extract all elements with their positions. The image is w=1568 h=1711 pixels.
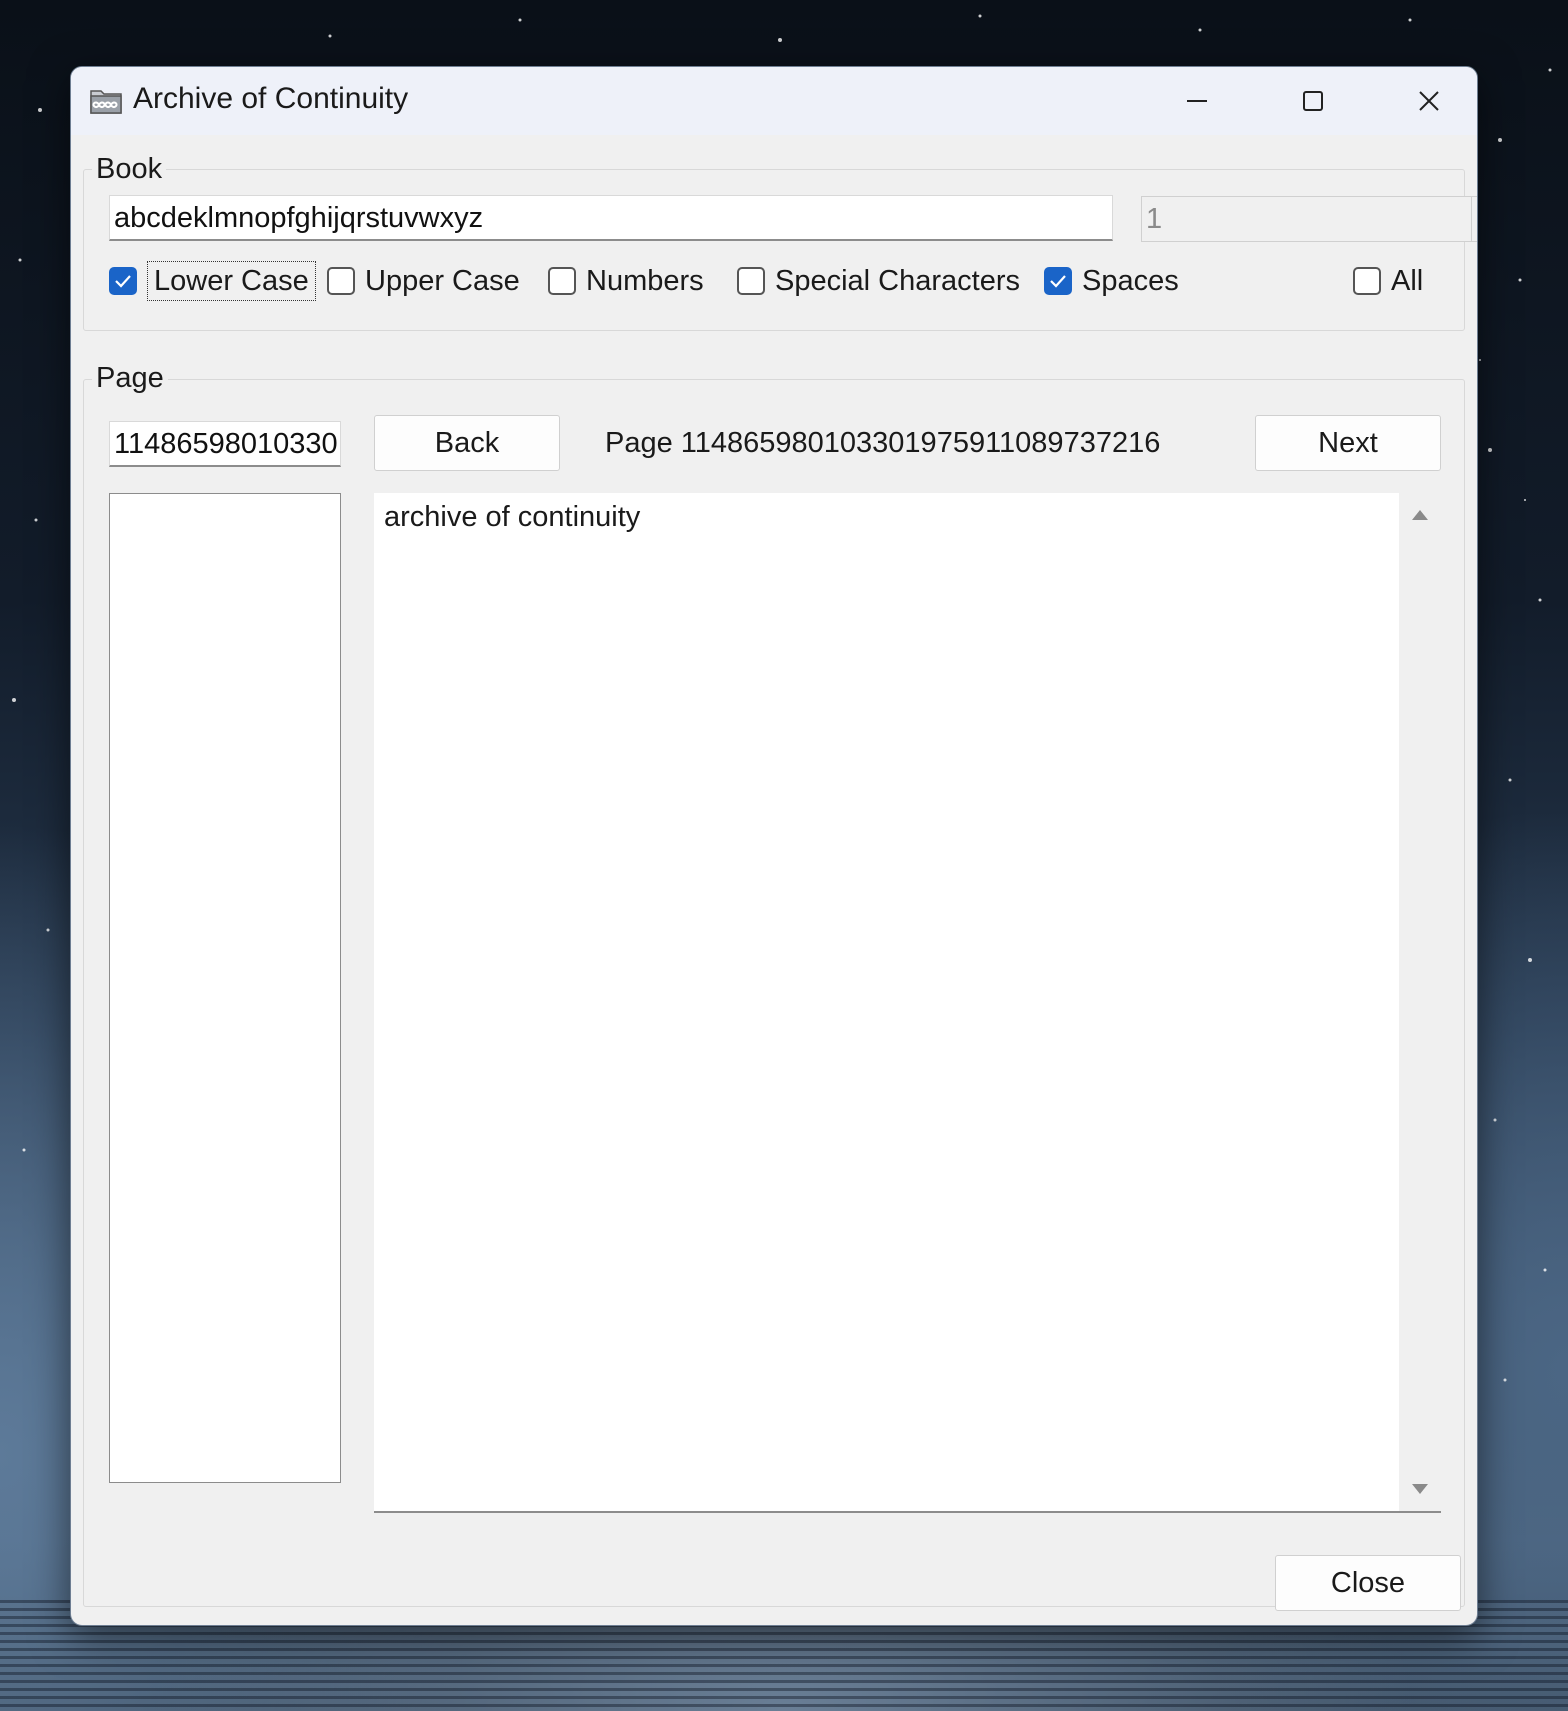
archive-infinity-icon <box>90 90 122 114</box>
close-button[interactable]: Close <box>1275 1555 1461 1611</box>
check-icon <box>1050 275 1066 288</box>
checkbox-label: Numbers <box>586 264 704 297</box>
book-spinbox[interactable]: 1 <box>1141 196 1477 242</box>
page-number-input[interactable]: 11486598010330 <box>109 421 341 467</box>
checkbox-spaces[interactable]: Spaces <box>1044 261 1179 301</box>
triangle-down-icon <box>1412 1484 1428 1494</box>
back-button[interactable]: Back <box>374 415 560 471</box>
page-content-area[interactable]: archive of continuity <box>374 493 1441 1513</box>
spin-down-button[interactable] <box>1472 219 1477 241</box>
checkbox-label: Lower Case <box>147 261 316 301</box>
scroll-down-button[interactable] <box>1399 1471 1441 1507</box>
app-window: Archive of Continuity Book abcdeklmnopfg… <box>70 66 1478 1626</box>
book-group <box>83 169 1465 331</box>
triangle-up-icon <box>1412 510 1428 520</box>
maximize-button[interactable] <box>1255 67 1371 135</box>
check-icon <box>115 275 131 288</box>
vertical-scrollbar[interactable] <box>1399 493 1441 1511</box>
maximize-icon <box>1303 91 1323 111</box>
page-group-label: Page <box>92 362 168 395</box>
checkbox-numbers[interactable]: Numbers <box>548 261 704 301</box>
page-display-label: Page 114865980103301975911089737216 <box>605 427 1161 459</box>
close-icon <box>1419 91 1439 111</box>
book-spin-value: 1 <box>1146 203 1163 235</box>
checkbox-box <box>327 267 355 295</box>
page-list[interactable] <box>109 493 341 1483</box>
title-bar: Archive of Continuity <box>71 67 1477 135</box>
checkbox-box <box>1044 267 1072 295</box>
checkbox-label: Special Characters <box>775 264 1020 297</box>
checkbox-box <box>1353 267 1381 295</box>
next-button[interactable]: Next <box>1255 415 1441 471</box>
minimize-button[interactable] <box>1139 67 1255 135</box>
checkbox-label: Spaces <box>1082 264 1179 297</box>
checkbox-all[interactable]: All <box>1353 261 1423 301</box>
book-group-label: Book <box>92 153 167 186</box>
spin-arrows <box>1471 197 1477 241</box>
page-content-text: archive of continuity <box>384 501 641 533</box>
spin-up-button[interactable] <box>1472 197 1477 219</box>
scroll-up-button[interactable] <box>1399 497 1441 533</box>
checkbox-label: All <box>1391 264 1424 297</box>
window-title: Archive of Continuity <box>133 82 409 115</box>
checkbox-box <box>737 267 765 295</box>
checkbox-box <box>109 267 137 295</box>
checkbox-box <box>548 267 576 295</box>
close-window-button[interactable] <box>1371 67 1477 135</box>
checkbox-lower-case[interactable]: Lower Case <box>109 261 316 301</box>
checkbox-label: Upper Case <box>365 264 520 297</box>
book-text-input[interactable]: abcdeklmnopfghijqrstuvwxyz <box>109 195 1113 241</box>
checkbox-special-characters[interactable]: Special Characters <box>737 261 1020 301</box>
minimize-icon <box>1187 100 1207 102</box>
checkbox-upper-case[interactable]: Upper Case <box>327 261 520 301</box>
